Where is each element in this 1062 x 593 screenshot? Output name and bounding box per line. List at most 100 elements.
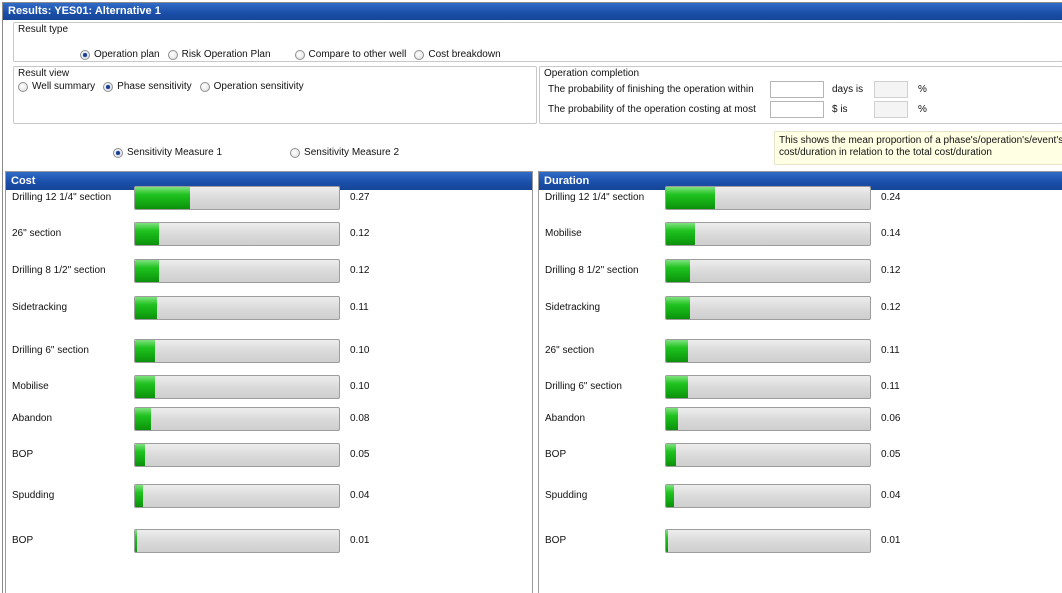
bar-row: Drilling 6" section 0.11 xyxy=(539,375,1062,399)
bar-value: 0.05 xyxy=(881,449,901,460)
progress-bar-fill xyxy=(135,260,159,282)
duration-panel: Duration Drilling 12 1/4" section 0.24 Mob… xyxy=(538,171,1062,593)
days-probability-output xyxy=(874,81,908,98)
progress-bar xyxy=(134,407,340,431)
radio-well-summary[interactable]: Well summary xyxy=(18,81,95,92)
bar-row: BOP 0.01 xyxy=(539,529,1062,553)
progress-bar-fill xyxy=(666,530,668,552)
bar-value: 0.05 xyxy=(350,449,370,460)
progress-bar-fill xyxy=(666,444,676,466)
bar-label: 26" section xyxy=(12,228,62,239)
progress-bar-fill xyxy=(135,408,151,430)
radio-dot-icon xyxy=(294,49,305,60)
radio-dot-icon xyxy=(199,81,210,92)
completion-days-row: The probability of finishing the operati… xyxy=(548,81,927,98)
progress-bar-fill xyxy=(135,485,143,507)
radio-dot-icon xyxy=(80,49,90,60)
bar-row: Sidetracking 0.12 xyxy=(539,296,1062,320)
bar-label: Abandon xyxy=(12,413,53,424)
bar-value: 0.01 xyxy=(350,535,370,546)
radio-operation-sensitivity[interactable]: Operation sensitivity xyxy=(199,81,304,92)
bar-label: Drilling 6" section xyxy=(12,345,89,356)
bar-value: 0.12 xyxy=(881,265,901,276)
bar-value: 0.11 xyxy=(881,381,900,392)
bar-row: BOP 0.05 xyxy=(539,443,1062,467)
progress-bar xyxy=(665,484,871,508)
bar-label: Drilling 6" section xyxy=(545,381,622,392)
result-view-options: Well summary Phase sensitivity Operation… xyxy=(18,81,312,92)
progress-bar-fill xyxy=(666,376,688,398)
bar-value: 0.08 xyxy=(350,413,370,424)
result-type-label: Result type xyxy=(18,24,69,35)
bar-label: Mobilise xyxy=(12,381,49,392)
progress-bar-fill xyxy=(666,340,688,362)
progress-bar-fill xyxy=(666,223,695,245)
results-window: Results: YES01: Alternative 1 Result typ… xyxy=(2,2,1062,593)
bar-label: Sidetracking xyxy=(545,302,601,313)
radio-dot-icon xyxy=(414,49,425,60)
bar-label: Drilling 12 1/4" section xyxy=(12,192,112,203)
radio-risk-operation-plan[interactable]: Risk Operation Plan xyxy=(167,49,271,60)
bar-value: 0.27 xyxy=(350,192,370,203)
bar-label: Drilling 8 1/2" section xyxy=(545,265,639,276)
progress-bar-fill xyxy=(135,340,155,362)
progress-bar xyxy=(665,296,871,320)
bar-label: Abandon xyxy=(545,413,586,424)
progress-bar xyxy=(134,339,340,363)
bar-label: BOP xyxy=(545,535,567,546)
cost-percent-sign: % xyxy=(918,104,927,115)
radio-sensitivity-measure-1[interactable]: Sensitivity Measure 1 xyxy=(113,147,222,158)
result-type-group: Result type Operation plan Risk Operatio… xyxy=(13,22,1062,62)
radio-phase-sensitivity[interactable]: Phase sensitivity xyxy=(103,81,192,92)
progress-bar-fill xyxy=(135,223,159,245)
radio-dot-icon xyxy=(18,81,28,92)
sensitivity-tooltip: This shows the mean proportion of a phas… xyxy=(774,131,1062,165)
progress-bar xyxy=(134,529,340,553)
progress-bar-fill xyxy=(135,530,137,552)
progress-bar xyxy=(665,407,871,431)
progress-bar-fill xyxy=(666,485,674,507)
radio-dot-icon xyxy=(113,147,123,158)
days-unit: days is xyxy=(832,84,864,95)
progress-bar-fill xyxy=(135,187,190,209)
bar-row: Spudding 0.04 xyxy=(6,484,532,508)
cost-panel: Cost Drilling 12 1/4" section 0.27 26" sec… xyxy=(5,171,533,593)
progress-bar xyxy=(134,443,340,467)
radio-sensitivity-measure-2[interactable]: Sensitivity Measure 2 xyxy=(290,147,399,158)
bar-row: 26" section 0.12 xyxy=(6,222,532,246)
bar-row: Spudding 0.04 xyxy=(539,484,1062,508)
progress-bar xyxy=(134,375,340,399)
result-type-options: Operation plan Risk Operation Plan Compa… xyxy=(80,49,509,60)
days-input[interactable] xyxy=(770,81,824,98)
progress-bar xyxy=(134,296,340,320)
bar-label: Spudding xyxy=(545,490,588,501)
bar-value: 0.24 xyxy=(881,192,901,203)
bar-label: 26" section xyxy=(545,345,595,356)
bar-row: BOP 0.01 xyxy=(6,529,532,553)
bar-row: Abandon 0.06 xyxy=(539,407,1062,431)
bar-value: 0.06 xyxy=(881,413,901,424)
window-title: Results: YES01: Alternative 1 xyxy=(3,3,1062,20)
bar-row: Abandon 0.08 xyxy=(6,407,532,431)
progress-bar-fill xyxy=(135,376,155,398)
completion-days-text: The probability of finishing the operati… xyxy=(548,84,754,95)
bar-value: 0.10 xyxy=(350,345,370,356)
progress-bar-fill xyxy=(666,187,715,209)
bar-row: Drilling 8 1/2" section 0.12 xyxy=(539,259,1062,283)
bar-label: Spudding xyxy=(12,490,55,501)
bar-value: 0.12 xyxy=(350,228,370,239)
cost-input[interactable] xyxy=(770,101,824,118)
radio-dot-icon xyxy=(103,81,114,92)
bar-row: 26" section 0.11 xyxy=(539,339,1062,363)
progress-bar xyxy=(134,484,340,508)
progress-bar xyxy=(665,222,871,246)
bar-row: Sidetracking 0.11 xyxy=(6,296,532,320)
bar-value: 0.11 xyxy=(881,345,900,356)
radio-compare-other-well[interactable]: Compare to other well xyxy=(294,49,406,60)
radio-cost-breakdown[interactable]: Cost breakdown xyxy=(414,49,501,60)
completion-cost-row: The probability of the operation costing… xyxy=(548,101,927,118)
bar-value: 0.14 xyxy=(881,228,901,239)
completion-cost-text: The probability of the operation costing… xyxy=(548,104,756,115)
bar-value: 0.04 xyxy=(350,490,370,501)
radio-operation-plan[interactable]: Operation plan xyxy=(80,49,160,60)
